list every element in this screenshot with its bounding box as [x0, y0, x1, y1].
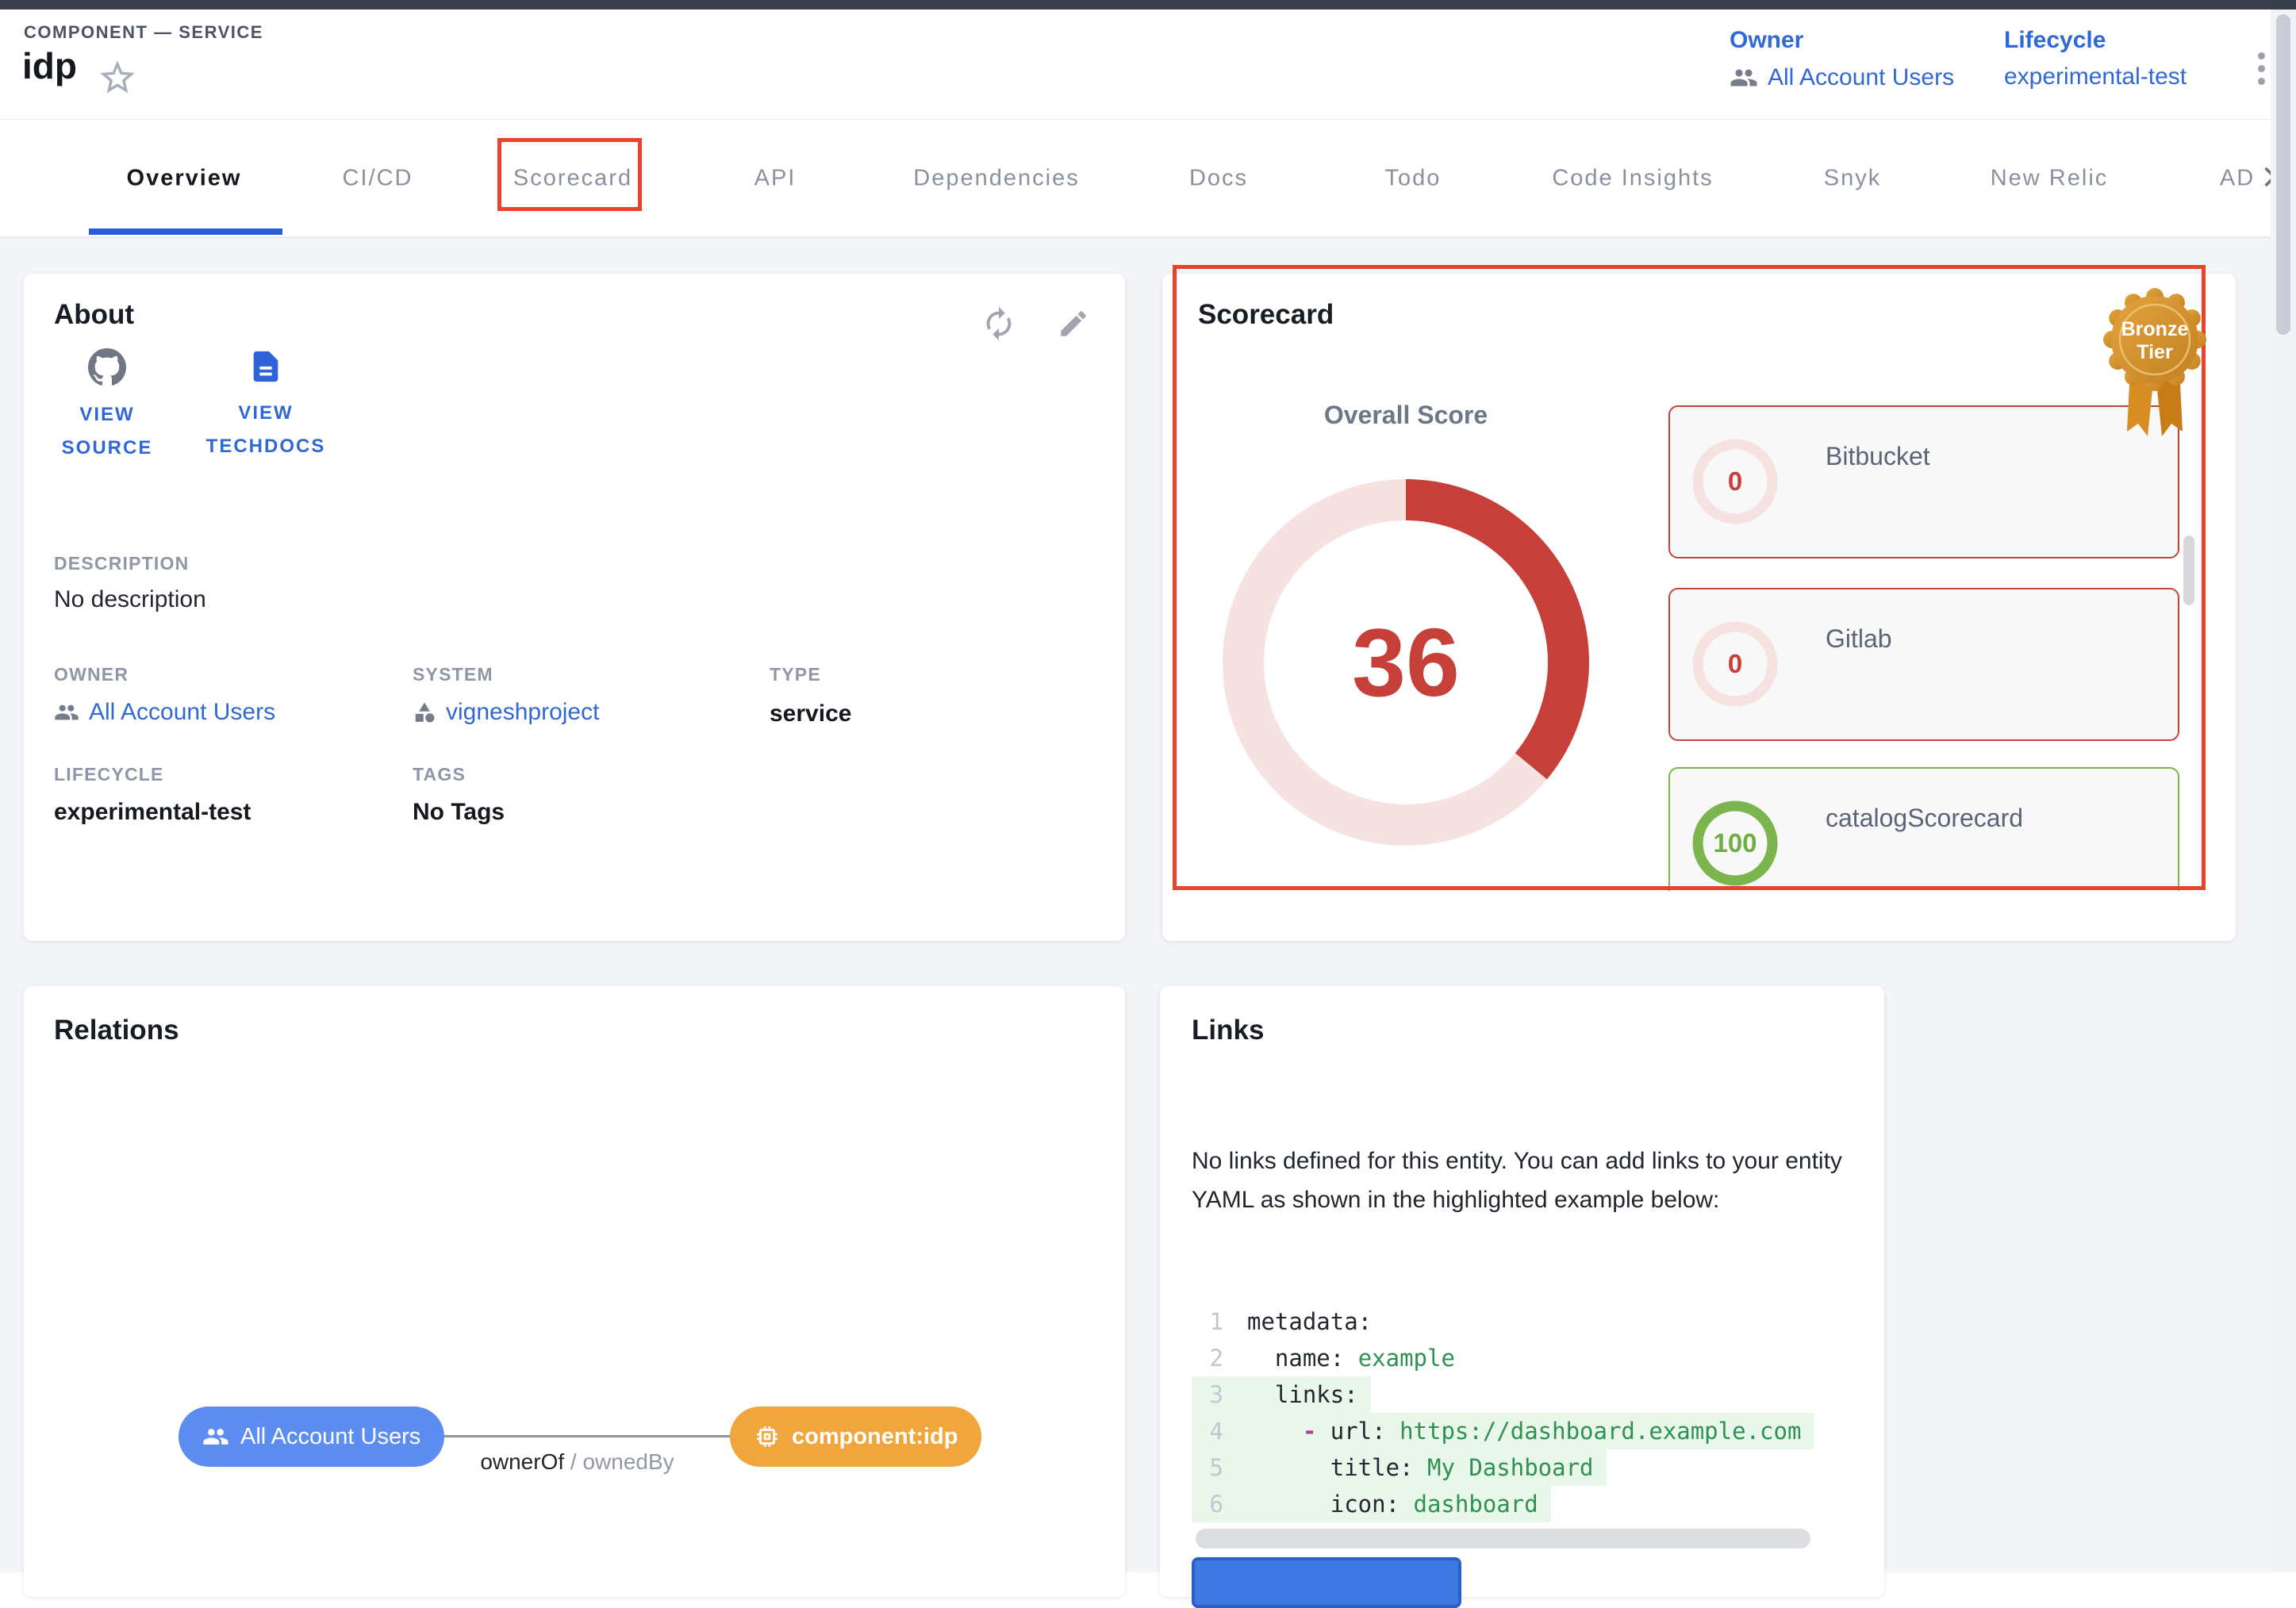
- view-techdocs-link[interactable]: VIEW TECHDOCS: [190, 348, 341, 463]
- overall-score-value: 36: [1215, 472, 1596, 853]
- description-label: DESCRIPTION: [54, 553, 189, 574]
- score-item-name: Gitlab: [1826, 624, 1892, 654]
- relation-edge-label: ownerOf / ownedBy: [424, 1449, 730, 1475]
- about-card: About VIEW SOURCE VIEW TECHDOCS DESCRIPT…: [24, 274, 1125, 941]
- tab-scorecard[interactable]: Scorecard: [513, 165, 632, 191]
- owner-label: Owner: [1730, 27, 1954, 54]
- people-icon: [202, 1423, 229, 1450]
- edit-pencil-icon[interactable]: [1057, 307, 1095, 345]
- links-title: Links: [1192, 1015, 1264, 1046]
- badge-line1: Bronze: [2121, 318, 2189, 340]
- tab-dependencies[interactable]: Dependencies: [913, 165, 1079, 191]
- tab-api[interactable]: API: [754, 165, 797, 191]
- relation-target-label: component:idp: [792, 1424, 958, 1450]
- relation-edge-line: [424, 1435, 730, 1437]
- tab-todo[interactable]: Todo: [1385, 165, 1442, 191]
- view-source-label: VIEW SOURCE: [48, 398, 167, 465]
- tab-new-relic[interactable]: New Relic: [1991, 165, 2109, 191]
- favorite-star-icon[interactable]: [97, 57, 138, 98]
- lifecycle-value: experimental-test: [2004, 63, 2187, 90]
- people-icon: [54, 700, 79, 725]
- scorecard-card: Scorecard Bronze Tier Overall Score: [1162, 274, 2236, 941]
- score-value: 100: [1691, 799, 1780, 888]
- system-field-value[interactable]: vigneshproject: [413, 699, 599, 726]
- score-value: 0: [1691, 437, 1780, 526]
- code-line-3: 3 links:: [1192, 1376, 1858, 1413]
- tab-ad[interactable]: AD: [2220, 165, 2255, 191]
- yaml-code-block: 1metadata:2 name: example3 links:4 - url…: [1192, 1289, 1858, 1527]
- code-line-4: 4 - url: https://dashboard.example.com: [1192, 1413, 1858, 1449]
- overall-score-label: Overall Score: [1247, 401, 1565, 430]
- refresh-icon[interactable]: [981, 305, 1019, 343]
- tags-field-value: No Tags: [413, 799, 505, 826]
- code-line-6: 6 icon: dashboard: [1192, 1486, 1858, 1522]
- tab-ci-cd[interactable]: CI/CD: [343, 165, 413, 191]
- links-empty-message: No links defined for this entity. You ca…: [1192, 1142, 1856, 1219]
- view-source-link[interactable]: VIEW SOURCE: [48, 348, 167, 465]
- scorecard-item-gitlab[interactable]: 0 Gitlab: [1668, 588, 2179, 741]
- system-field-label: SYSTEM: [413, 664, 493, 685]
- code-line-5: 5 title: My Dashboard: [1192, 1449, 1858, 1486]
- overall-score-donut: 36: [1215, 472, 1596, 853]
- people-icon: [1730, 63, 1758, 92]
- active-tab-indicator: [89, 228, 282, 235]
- category-icon: [413, 700, 436, 724]
- header-owner-block: Owner All Account Users: [1730, 27, 1954, 92]
- tab-bar: Overview CI/CD Scorecard API Dependencies Doc…: [0, 119, 2296, 238]
- lifecycle-field-value: experimental-test: [54, 799, 251, 826]
- code-horizontal-scrollbar-thumb[interactable]: [1196, 1529, 1810, 1549]
- github-icon: [88, 348, 126, 390]
- header-lifecycle-block: Lifecycle experimental-test: [2004, 27, 2187, 90]
- score-item-name: catalogScorecard: [1826, 804, 2023, 833]
- score-item-name: Bitbucket: [1826, 442, 1930, 471]
- relation-source-label: All Account Users: [240, 1424, 420, 1450]
- chip-icon: [754, 1423, 781, 1450]
- about-title: About: [54, 299, 134, 331]
- lifecycle-field-label: LIFECYCLE: [54, 764, 164, 785]
- score-value: 0: [1691, 620, 1780, 708]
- description-value: No description: [54, 586, 206, 613]
- tab-overview[interactable]: Overview: [127, 165, 242, 191]
- type-field-label: TYPE: [770, 664, 821, 685]
- techdocs-doc-icon: [248, 348, 284, 389]
- relations-card: Relations All Account Users component:id…: [24, 986, 1125, 1597]
- links-card: Links No links defined for this entity. …: [1160, 986, 1884, 1597]
- scorecard-item-catalogscorecard[interactable]: 100 catalogScorecard: [1668, 767, 2179, 891]
- relations-title: Relations: [54, 1015, 179, 1046]
- owner-field-label: OWNER: [54, 664, 129, 685]
- code-line-2: 2 name: example: [1192, 1340, 1858, 1376]
- top-bar: [0, 0, 2296, 10]
- badge-line2: Tier: [2137, 341, 2173, 363]
- page-title: idp: [22, 44, 77, 87]
- owner-value: All Account Users: [1768, 64, 1954, 91]
- bronze-tier-badge: Bronze Tier: [2091, 274, 2217, 445]
- tab-code-insights[interactable]: Code Insights: [1552, 165, 1713, 191]
- type-field-value: service: [770, 700, 851, 727]
- owner-value-link[interactable]: All Account Users: [1730, 63, 1954, 92]
- page-scrollbar-thumb[interactable]: [2276, 14, 2290, 335]
- relation-node-component[interactable]: component:idp: [730, 1407, 981, 1467]
- tab-snyk[interactable]: Snyk: [1824, 165, 1881, 191]
- links-action-button[interactable]: [1192, 1557, 1461, 1608]
- tags-field-label: TAGS: [413, 764, 466, 785]
- view-techdocs-label: VIEW TECHDOCS: [190, 397, 341, 463]
- lifecycle-label: Lifecycle: [2004, 27, 2187, 54]
- scorecard-items-list: 0 Bitbucket 0 Gitlab 100 catalogScorecard: [1668, 401, 2200, 891]
- code-line-1: 1metadata:: [1192, 1303, 1858, 1340]
- owner-field-value[interactable]: All Account Users: [54, 699, 275, 726]
- scorecard-title: Scorecard: [1198, 299, 1334, 331]
- tab-docs[interactable]: Docs: [1189, 165, 1248, 191]
- scorecard-list-scrollbar-thumb[interactable]: [2183, 535, 2194, 605]
- relation-node-owner[interactable]: All Account Users: [179, 1407, 444, 1467]
- breadcrumb: COMPONENT — SERVICE: [24, 22, 263, 43]
